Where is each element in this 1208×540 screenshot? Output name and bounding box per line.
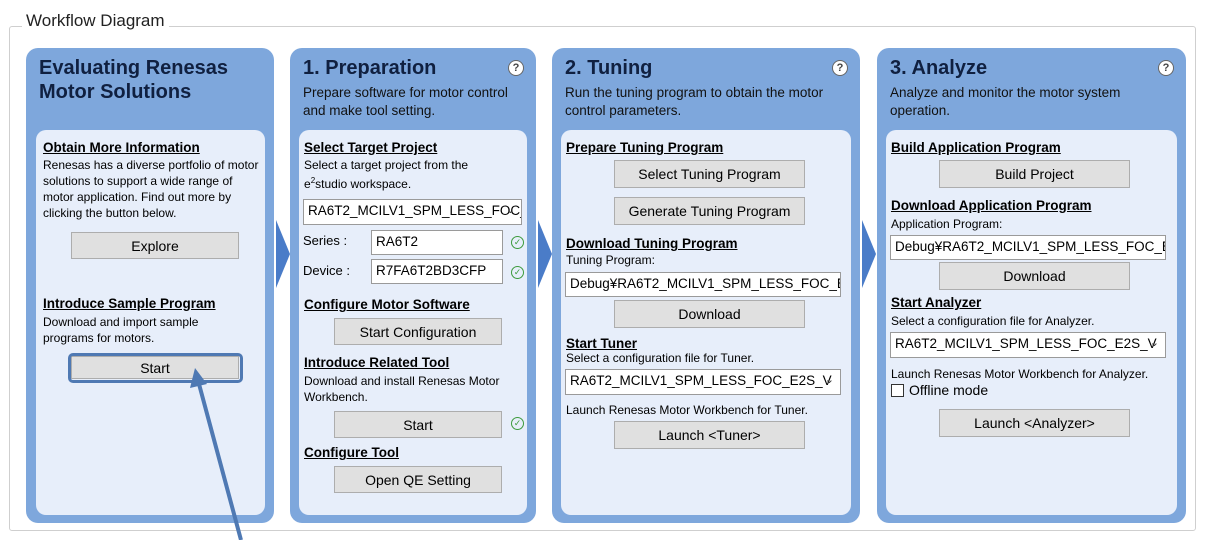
annotation-arrow-layer xyxy=(190,368,243,540)
annotation-arrow-head xyxy=(190,368,207,388)
annotation-arrow-line xyxy=(197,383,243,540)
